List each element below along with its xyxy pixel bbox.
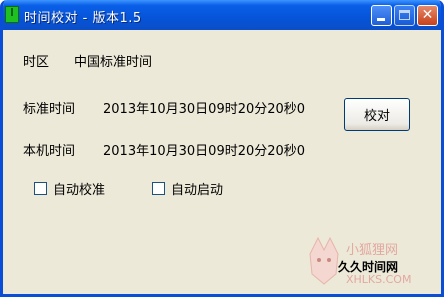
watermark-overlay-text: 久久时间网 <box>338 260 399 274</box>
watermark-site-cn: 小狐狸网 <box>346 243 399 258</box>
standard-time-value: 2013年10月30日09时20分20秒0 <box>103 102 306 117</box>
close-icon: ✕ <box>421 7 434 23</box>
maximize-button <box>394 5 415 26</box>
app-window: 时间校对 - 版本1.5 ✕ 时区 中国标准时间 标准时间 2013年10月30… <box>0 0 444 297</box>
sync-button[interactable]: 校对 <box>344 98 410 131</box>
window-title: 时间校对 - 版本1.5 <box>24 11 142 26</box>
auto-start-label[interactable]: 自动启动 <box>171 179 223 198</box>
minimize-icon <box>377 18 385 21</box>
auto-sync-checkbox[interactable] <box>34 182 47 195</box>
title-bar[interactable]: 时间校对 - 版本1.5 ✕ <box>3 0 441 30</box>
minimize-button[interactable] <box>371 5 392 26</box>
timezone-value: 中国标准时间 <box>74 55 153 70</box>
local-time-label: 本机时间 <box>23 144 76 159</box>
app-icon <box>5 6 19 23</box>
maximize-icon <box>399 10 410 20</box>
close-button[interactable]: ✕ <box>417 5 438 26</box>
timezone-label: 时区 <box>23 55 50 70</box>
auto-start-checkbox[interactable] <box>152 182 165 195</box>
standard-time-label: 标准时间 <box>23 102 76 117</box>
local-time-value: 2013年10月30日09时20分20秒0 <box>103 144 306 159</box>
auto-sync-label[interactable]: 自动校准 <box>53 179 105 198</box>
